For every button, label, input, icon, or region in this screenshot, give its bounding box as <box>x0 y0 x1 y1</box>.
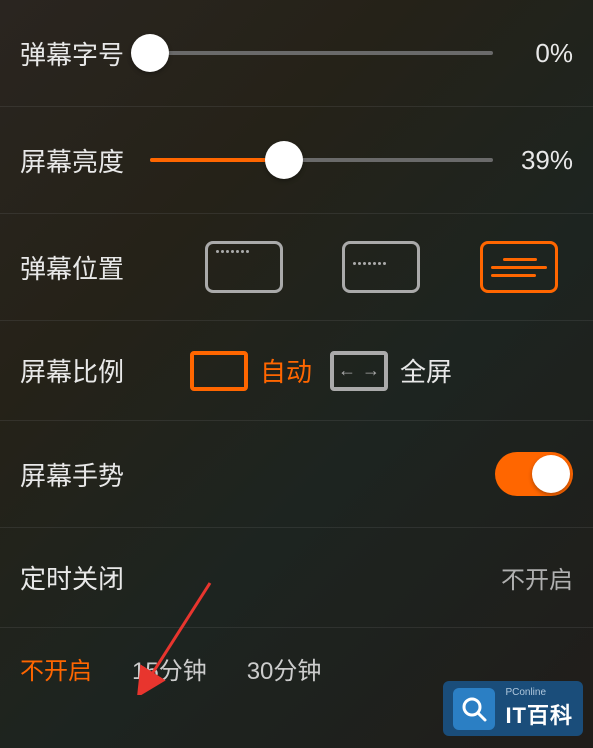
ratio-auto-icon <box>190 351 248 391</box>
aspect-ratio-row: 屏幕比例 自动 ←→ 全屏 <box>0 321 593 421</box>
danmu-position-row: 弹幕位置 <box>0 214 593 321</box>
watermark: PConline IT百科 <box>443 681 583 736</box>
position-middle-option[interactable] <box>342 241 420 293</box>
timer-row[interactable]: 定时关闭 不开启 <box>0 528 593 628</box>
slider-thumb[interactable] <box>131 34 169 72</box>
danmu-size-slider[interactable]: 0% <box>150 38 573 69</box>
watermark-subtitle: PConline <box>505 687 573 698</box>
gesture-label: 屏幕手势 <box>20 456 150 493</box>
gesture-row: 屏幕手势 <box>0 421 593 528</box>
timer-label: 定时关闭 <box>20 559 150 596</box>
brightness-value: 39% <box>513 145 573 176</box>
timer-value: 不开启 <box>150 560 573 595</box>
ratio-fullscreen-icon: ←→ <box>330 351 388 391</box>
position-full-option[interactable] <box>480 241 558 293</box>
brightness-slider[interactable]: 39% <box>150 145 573 176</box>
danmu-position-label: 弹幕位置 <box>20 249 150 286</box>
timer-option-15[interactable]: 15分钟 <box>132 651 207 686</box>
timer-option-30[interactable]: 30分钟 <box>247 651 322 686</box>
position-top-option[interactable] <box>205 241 283 293</box>
ratio-fullscreen-text: 全屏 <box>400 352 452 389</box>
aspect-ratio-label: 屏幕比例 <box>20 352 150 389</box>
timer-option-off[interactable]: 不开启 <box>20 651 92 686</box>
brightness-row: 屏幕亮度 39% <box>0 107 593 214</box>
danmu-size-value: 0% <box>513 38 573 69</box>
toggle-thumb <box>532 455 570 493</box>
slider-thumb[interactable] <box>265 141 303 179</box>
watermark-title: IT百科 <box>505 698 573 730</box>
ratio-fullscreen-option[interactable]: ←→ 全屏 <box>330 351 452 391</box>
ratio-auto-text: 自动 <box>260 352 312 389</box>
search-icon <box>453 688 495 730</box>
danmu-size-row: 弹幕字号 0% <box>0 0 593 107</box>
gesture-toggle[interactable] <box>495 452 573 496</box>
ratio-auto-option[interactable]: 自动 <box>190 351 312 391</box>
brightness-label: 屏幕亮度 <box>20 142 150 179</box>
